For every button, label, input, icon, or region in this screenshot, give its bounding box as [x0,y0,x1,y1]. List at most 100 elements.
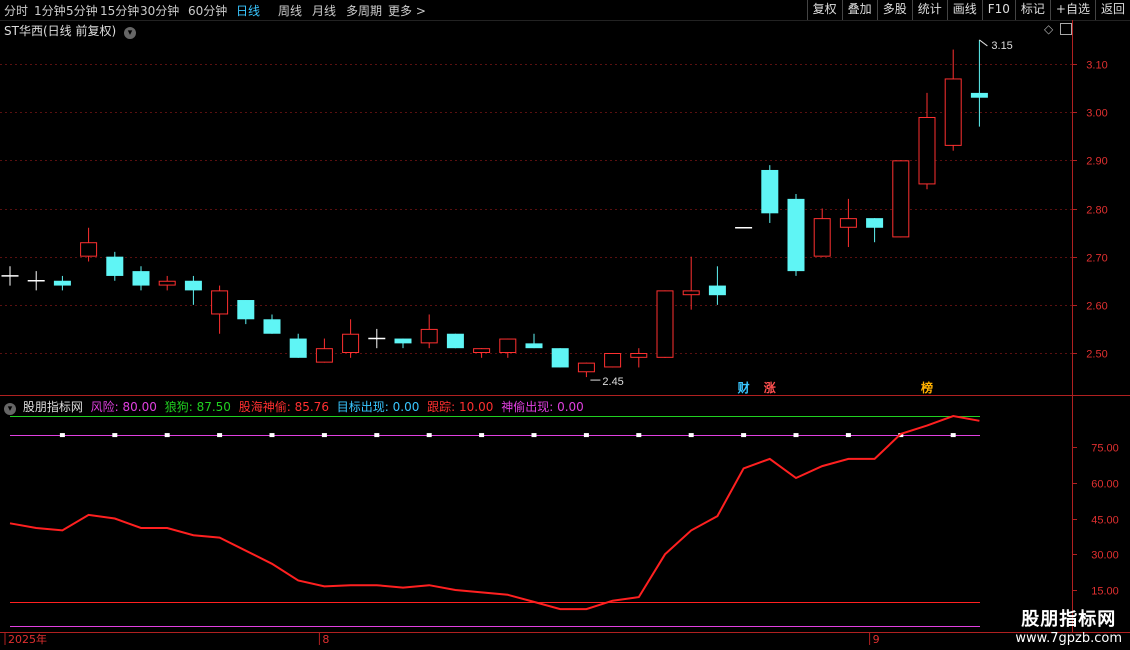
candle-body [761,169,779,214]
stock-title: ST华西(日线 前复权) [4,24,117,38]
candle-body [394,338,412,344]
indicator-params: 风险: 80.00 狼狗: 87.50 股海神偷: 85.76 目标出现: 0.… [87,400,584,414]
diamond-icon[interactable]: ◇ [1044,22,1053,36]
indicator-dot [426,433,432,438]
indicator-dot [845,433,851,438]
candle-body [551,348,569,368]
candle-body [132,271,150,286]
candle [289,333,307,358]
indicator-param-1: 狼狗: 87.50 [160,400,231,414]
candle [892,160,910,238]
indicator-dot [583,433,589,438]
event-marker: 财 [737,380,750,395]
indicator-dot [793,433,799,438]
indicator-dot [59,433,65,438]
price-tick-label: 2.80 [1086,205,1107,217]
indicator-name: 股朋指标网 [22,400,83,414]
candle [1,266,19,286]
candle [211,285,229,334]
candle-body [106,256,124,276]
indicator-line [9,414,980,611]
chevron-down-icon[interactable]: ▾ [123,27,136,39]
event-marker: 榜 [921,380,933,395]
candle-body [237,300,255,320]
candle-body [944,78,962,146]
date-label: 9 [873,633,880,646]
indicator-dot [112,433,118,438]
indicator-dot [636,433,642,438]
candle-body [577,362,595,373]
indicator-dot [374,433,380,438]
candlestick-series [1,39,988,378]
candle-body [53,280,71,286]
candle-body [158,280,176,286]
indicator-title-bar: ▾ 股朋指标网 风险: 80.00 狼狗: 87.50 股海神偷: 85.76 … [4,398,584,415]
candle [682,256,700,310]
candle [630,348,648,368]
candle [866,218,884,243]
candle [944,49,962,151]
candle-body [918,116,936,185]
chevron-down-icon[interactable]: ▾ [4,403,16,415]
candle-body [708,285,726,296]
candle [53,275,71,291]
candle [761,165,779,223]
price-tick-label: 2.50 [1086,349,1107,361]
candle-body [211,290,229,315]
candle-body [866,218,884,228]
candle [394,338,412,349]
indicator-dot [479,433,485,438]
high-price-label: 3.15 [991,40,1012,52]
indicator-tick-label: 15.00 [1091,586,1119,598]
candle-body [420,328,438,344]
candle [27,271,45,291]
indicator-tick-label: 45.00 [1091,515,1119,527]
candle [918,92,936,190]
watermark-url: www.7gpzb.com [1015,631,1122,646]
candle [132,266,150,291]
candle-body [892,160,910,238]
high-pointer [979,39,988,47]
candle [499,338,517,358]
candle [813,208,831,257]
indicator-dot [950,433,956,438]
indicator-param-4: 跟踪: 10.00 [423,400,494,414]
candle [184,275,202,305]
low-price-label: 2.45 [602,376,623,388]
candle [368,328,386,349]
candle [604,353,622,368]
candle [342,319,360,358]
candle-body [839,218,857,228]
indicator-series [9,414,980,627]
event-marker: 涨 [764,380,776,395]
candle [656,290,674,358]
candle-body [525,343,543,349]
candle-body [446,333,464,349]
price-tick-label: 2.60 [1086,301,1107,313]
candle [525,333,543,349]
candle-body [263,319,281,334]
candle-body [630,353,648,358]
price-tick-label: 2.90 [1086,156,1107,168]
candle-body [682,290,700,296]
candle [158,275,176,291]
candle-body [473,348,491,353]
indicator-param-2: 股海神偷: 85.76 [234,400,329,414]
candle [708,266,726,305]
candle [551,348,569,368]
candle [839,198,857,248]
indicator-dot [269,433,275,438]
indicator-dot [164,433,170,438]
candle-body [604,353,622,368]
candle [106,251,124,281]
chart-canvas: 3.10 3.00 2.90 2.80 2.70 2.60 2.50 3.15 2.45 财涨 榜 7… [0,20,1130,646]
price-tick-label: 2.70 [1086,253,1107,265]
candle-body [656,290,674,358]
candle [80,227,98,262]
layout-icon[interactable] [1060,23,1072,35]
candle [577,362,595,378]
indicator-dot [531,433,537,438]
price-tick-label: 3.00 [1086,108,1107,120]
candle [420,314,438,349]
date-label: 2025年 [8,632,47,646]
